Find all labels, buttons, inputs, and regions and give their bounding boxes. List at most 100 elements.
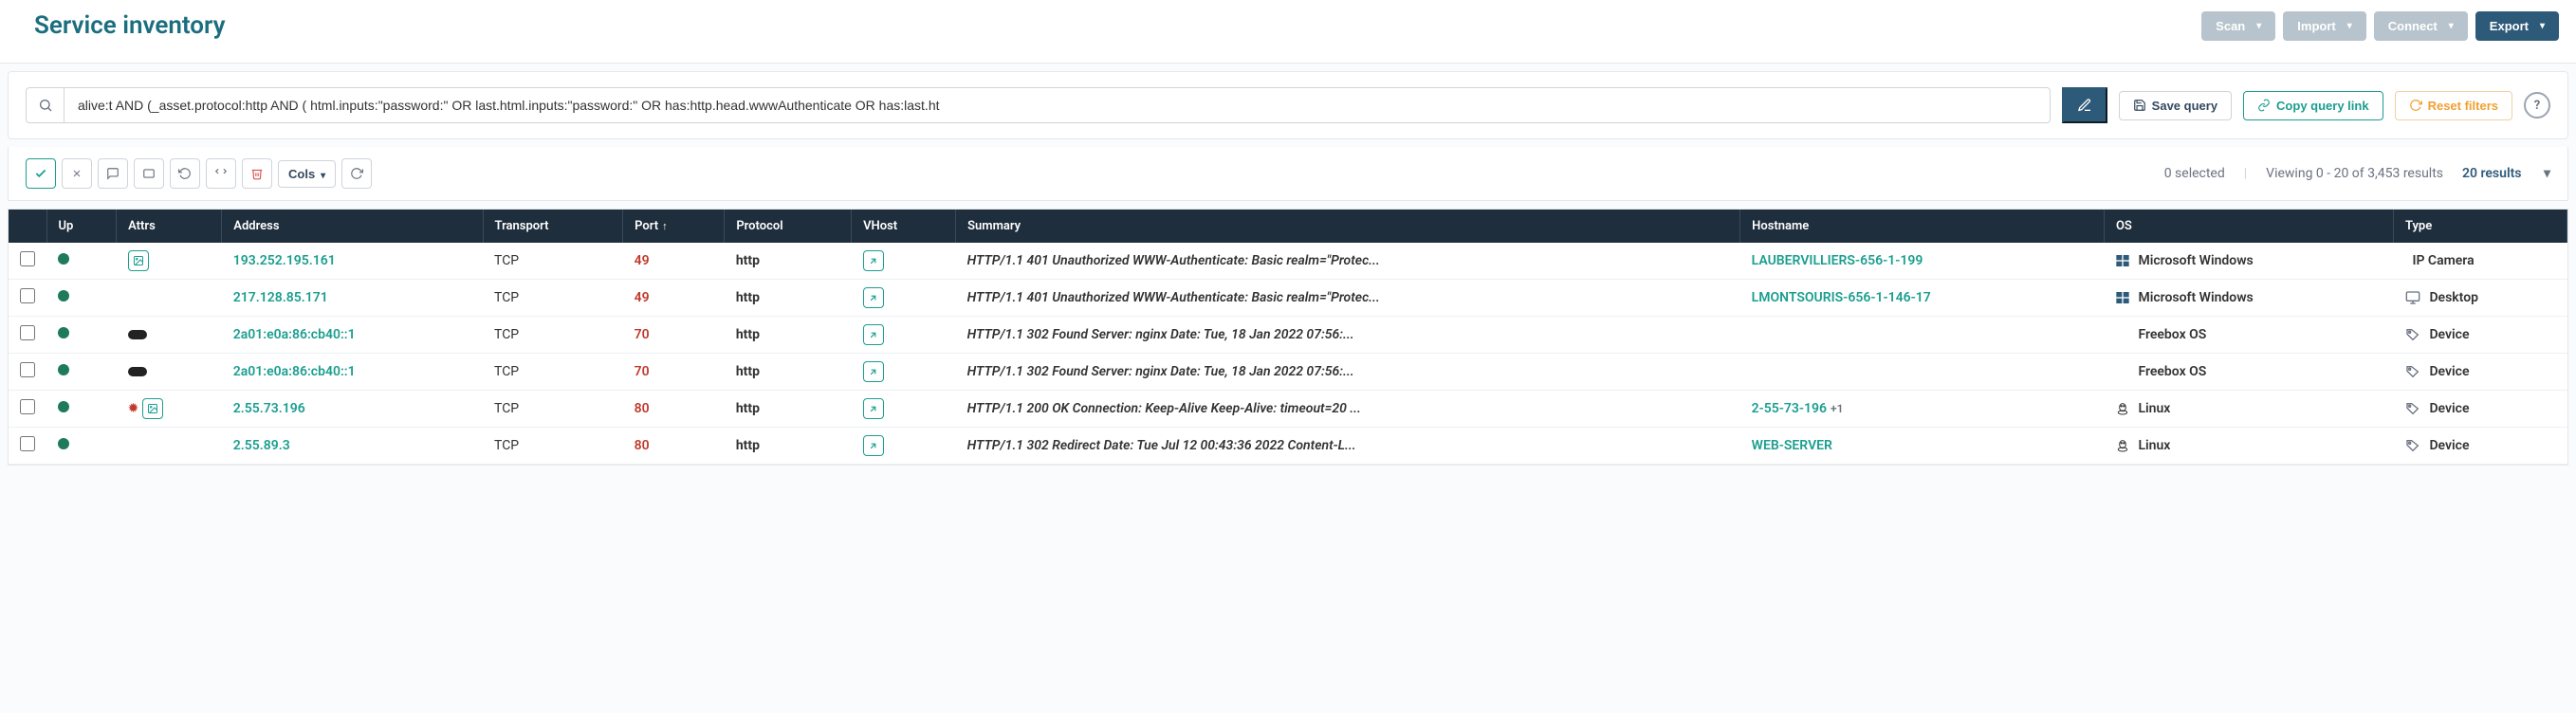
tag-icon (2404, 327, 2421, 342)
search-icon (26, 87, 64, 123)
none-icon (2115, 364, 2130, 379)
os-cell: Freebox OS (2115, 327, 2382, 342)
screenshot-attr-icon (142, 398, 163, 419)
table-row[interactable]: ✹2.55.73.196TCP80httpHTTP/1.1 200 OK Con… (9, 391, 2567, 428)
os-cell: Linux (2115, 438, 2382, 453)
comment-button[interactable] (98, 158, 128, 189)
open-link-icon[interactable] (863, 250, 884, 271)
protocol-cell: http (725, 428, 852, 465)
open-link-icon[interactable] (863, 398, 884, 419)
scan-button[interactable]: Scan (2201, 11, 2275, 41)
protocol-cell: http (725, 354, 852, 391)
reload-button[interactable] (341, 158, 372, 189)
delete-button[interactable] (242, 158, 272, 189)
col-protocol[interactable]: Protocol (725, 210, 852, 243)
row-checkbox[interactable] (20, 436, 35, 451)
hostname-link[interactable]: LMONTSOURIS-656-1-146-17 (1752, 290, 1931, 305)
search-row: Save query Copy query link Reset filters… (8, 71, 2568, 139)
col-type[interactable]: Type (2393, 210, 2567, 243)
hostname-link[interactable]: WEB-SERVER (1752, 438, 1832, 453)
address-link[interactable]: 2a01:e0a:86:cb40::1 (233, 327, 356, 342)
address-link[interactable]: 2.55.89.3 (233, 438, 290, 453)
os-cell: Microsoft Windows (2115, 290, 2382, 305)
col-hostname[interactable]: Hostname (1740, 210, 2105, 243)
row-checkbox[interactable] (20, 325, 35, 340)
summary-cell: HTTP/1.1 401 Unauthorized WWW-Authentica… (967, 253, 1432, 268)
col-up[interactable]: Up (46, 210, 117, 243)
col-port[interactable]: Port↑ (623, 210, 725, 243)
os-cell: Microsoft Windows (2115, 253, 2382, 268)
table-row[interactable]: 2.55.89.3TCP80httpHTTP/1.1 302 Redirect … (9, 428, 2567, 465)
transport-cell: TCP (483, 317, 623, 354)
protocol-cell: http (725, 391, 852, 428)
col-address[interactable]: Address (222, 210, 483, 243)
help-button[interactable]: ? (2524, 92, 2550, 119)
protocol-cell: http (725, 280, 852, 317)
address-link[interactable]: 193.252.195.161 (233, 253, 336, 268)
col-vhost[interactable]: VHost (852, 210, 956, 243)
linux-icon (2115, 438, 2130, 453)
columns-button[interactable]: Cols (278, 160, 336, 188)
type-cell: Device (2404, 438, 2555, 453)
address-link[interactable]: 2a01:e0a:86:cb40::1 (233, 364, 356, 379)
protocol-cell: http (725, 317, 852, 354)
hostname-more[interactable]: +1 (1831, 402, 1843, 415)
col-os[interactable]: OS (2104, 210, 2393, 243)
col-transport[interactable]: Transport (483, 210, 623, 243)
table-row[interactable]: 2a01:e0a:86:cb40::1TCP70httpHTTP/1.1 302… (9, 317, 2567, 354)
copy-query-link-button[interactable]: Copy query link (2243, 91, 2383, 120)
os-cell: Linux (2115, 401, 2382, 416)
col-checkbox (9, 210, 46, 243)
none-icon (2115, 327, 2130, 342)
port-cell: 80 (635, 438, 650, 453)
reset-filters-button[interactable]: Reset filters (2395, 91, 2512, 120)
linux-icon (2115, 401, 2130, 416)
transport-cell: TCP (483, 280, 623, 317)
status-dot (58, 401, 69, 412)
open-link-icon[interactable] (863, 324, 884, 345)
transport-cell: TCP (483, 428, 623, 465)
viewing-text: Viewing 0 - 20 of 3,453 results (2266, 166, 2443, 181)
select-all-button[interactable] (26, 158, 56, 189)
status-dot (58, 253, 69, 265)
results-dropdown[interactable]: 20 results ▾ (2462, 166, 2550, 181)
refresh-item-button[interactable] (170, 158, 200, 189)
connect-button[interactable]: Connect (2374, 11, 2468, 41)
hostname-link[interactable]: LAUBERVILLIERS-656-1-199 (1752, 253, 1923, 268)
export-button[interactable]: Export (2475, 11, 2559, 41)
windows-icon (2115, 253, 2130, 268)
protocol-cell: http (725, 243, 852, 280)
port-cell: 70 (635, 364, 650, 379)
deselect-button[interactable] (62, 158, 92, 189)
row-checkbox[interactable] (20, 399, 35, 414)
summary-cell: HTTP/1.1 401 Unauthorized WWW-Authentica… (967, 290, 1432, 305)
search-input[interactable] (64, 87, 2051, 123)
tag-icon (2404, 364, 2421, 379)
edit-query-button[interactable] (2062, 87, 2107, 123)
screenshot-button[interactable] (134, 158, 164, 189)
type-cell: Device (2404, 327, 2555, 342)
summary-cell: HTTP/1.1 302 Found Server: nginx Date: T… (967, 327, 1432, 342)
address-link[interactable]: 217.128.85.171 (233, 290, 328, 305)
open-link-icon[interactable] (863, 361, 884, 382)
save-query-button[interactable]: Save query (2119, 91, 2232, 120)
col-attrs[interactable]: Attrs (117, 210, 222, 243)
open-link-icon[interactable] (863, 435, 884, 456)
header-actions: Scan Import Connect Export (2201, 11, 2559, 41)
port-cell: 49 (635, 253, 650, 268)
row-checkbox[interactable] (20, 362, 35, 377)
status-dot (58, 438, 69, 449)
merge-button[interactable] (206, 158, 236, 189)
open-link-icon[interactable] (863, 287, 884, 308)
row-checkbox[interactable] (20, 251, 35, 266)
summary-cell: HTTP/1.1 200 OK Connection: Keep-Alive K… (967, 401, 1432, 416)
table-row[interactable]: 217.128.85.171TCP49httpHTTP/1.1 401 Unau… (9, 280, 2567, 317)
results-table: Up Attrs Address Transport Port↑ Protoco… (9, 210, 2567, 465)
table-row[interactable]: 193.252.195.161TCP49httpHTTP/1.1 401 Una… (9, 243, 2567, 280)
hostname-link[interactable]: 2-55-73-196 (1752, 401, 1827, 416)
address-link[interactable]: 2.55.73.196 (233, 401, 305, 416)
col-summary[interactable]: Summary (956, 210, 1740, 243)
row-checkbox[interactable] (20, 288, 35, 303)
import-button[interactable]: Import (2283, 11, 2365, 41)
table-row[interactable]: 2a01:e0a:86:cb40::1TCP70httpHTTP/1.1 302… (9, 354, 2567, 391)
